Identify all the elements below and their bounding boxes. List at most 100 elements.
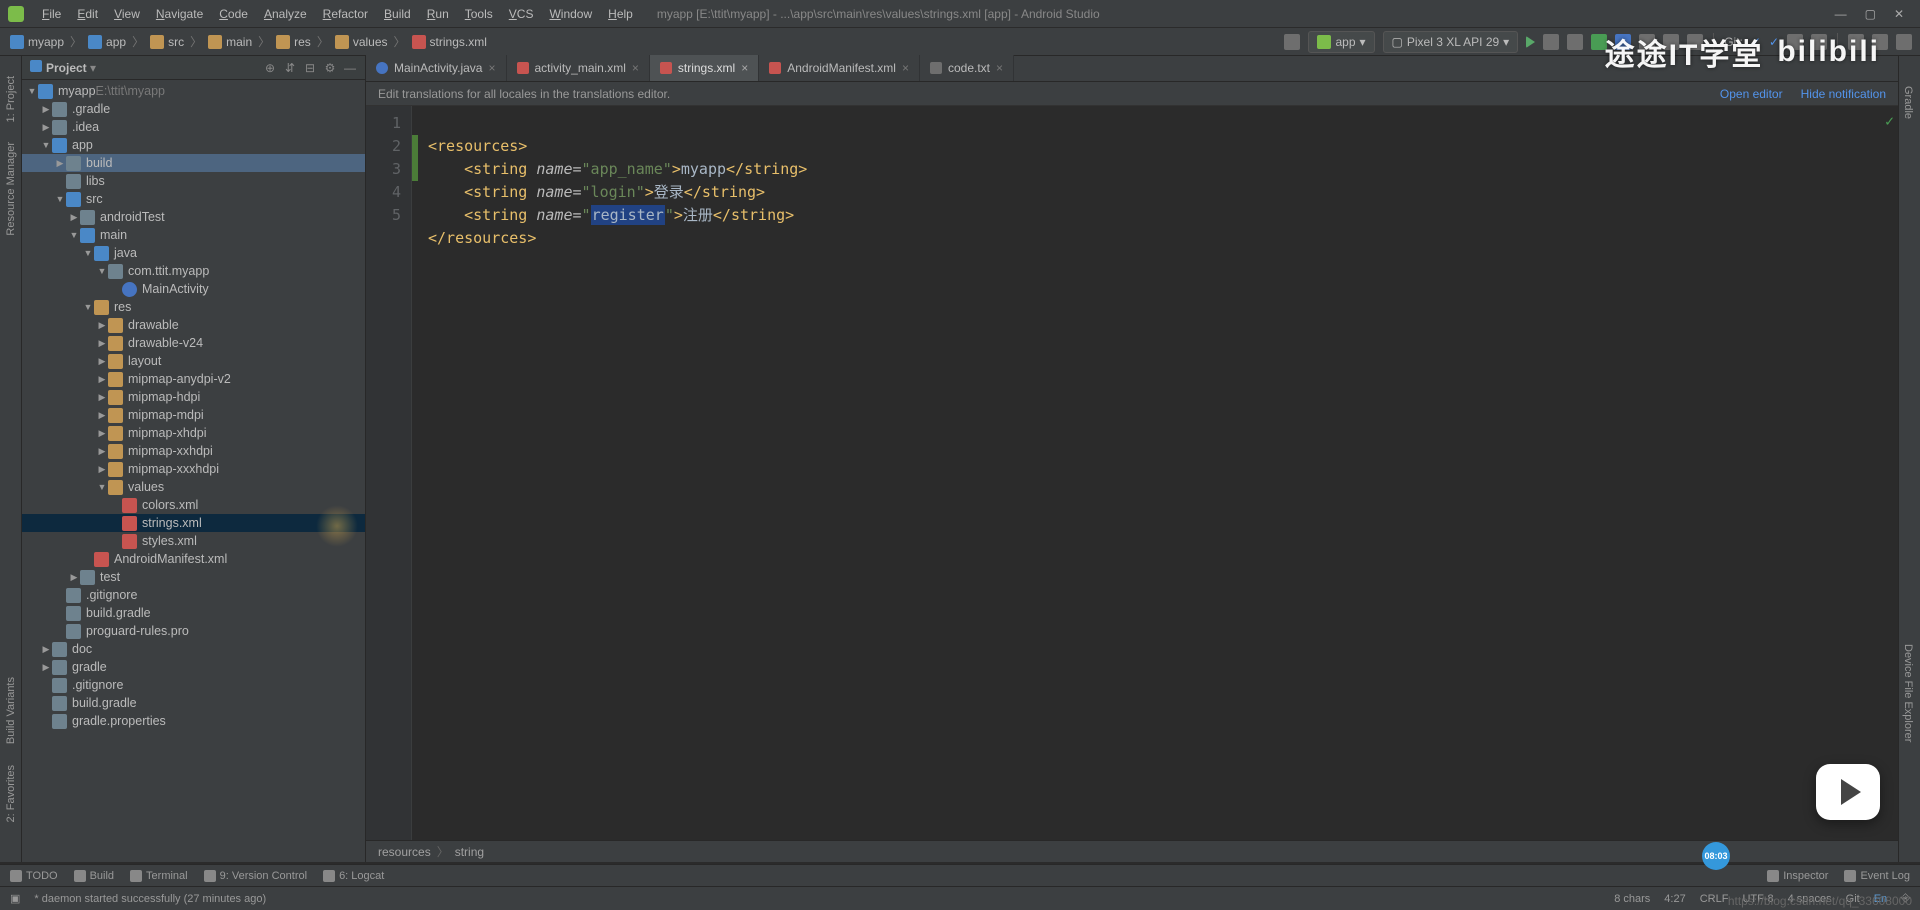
status-icon[interactable]: ▣	[10, 892, 20, 905]
editor-tab[interactable]: AndroidManifest.xml×	[759, 55, 920, 81]
breadcrumb[interactable]: strings.xml	[410, 35, 489, 49]
tree-node[interactable]: mipmap-mdpi	[22, 406, 365, 424]
scroll-from-source-icon[interactable]: ⊕	[263, 61, 277, 75]
tree-node[interactable]: build.gradle	[22, 604, 365, 622]
search-icon[interactable]	[1896, 34, 1912, 50]
settings-icon[interactable]: ⚙	[323, 61, 337, 75]
editor-tab[interactable]: code.txt×	[920, 55, 1014, 81]
expand-all-icon[interactable]: ⇵	[283, 61, 297, 75]
menu-vcs[interactable]: VCS	[501, 7, 542, 21]
editor-tab[interactable]: strings.xml×	[650, 55, 759, 81]
tree-node[interactable]: drawable-v24	[22, 334, 365, 352]
tree-node[interactable]: res	[22, 298, 365, 316]
tool-layout-inspector[interactable]: Inspector	[1767, 870, 1828, 882]
menu-file[interactable]: File	[34, 7, 69, 21]
tree-node[interactable]: AndroidManifest.xml	[22, 550, 365, 568]
tree-node[interactable]: drawable	[22, 316, 365, 334]
breadcrumb[interactable]: values〉	[333, 33, 410, 50]
breadcrumb[interactable]: main〉	[206, 33, 274, 50]
menu-navigate[interactable]: Navigate	[148, 7, 211, 21]
open-editor-link[interactable]: Open editor	[1720, 87, 1783, 101]
collapse-all-icon[interactable]: ⊟	[303, 61, 317, 75]
editor-tab[interactable]: MainActivity.java×	[366, 55, 507, 81]
tree-node[interactable]: gradle.properties	[22, 712, 365, 730]
project-view-selector[interactable]: Project ▾	[30, 60, 96, 75]
tool-event-log[interactable]: Event Log	[1844, 870, 1910, 882]
hammer-icon[interactable]	[1284, 34, 1300, 50]
tree-node[interactable]: com.ttit.myapp	[22, 262, 365, 280]
close-tab-icon[interactable]: ×	[741, 61, 748, 75]
apply-changes-icon[interactable]	[1543, 34, 1559, 50]
tree-node[interactable]: mipmap-anydpi-v2	[22, 370, 365, 388]
video-play-overlay[interactable]	[1816, 764, 1880, 820]
tree-node[interactable]: myapp E:\ttit\myapp	[22, 82, 365, 100]
inspection-ok-icon[interactable]: ✓	[1885, 110, 1894, 133]
tree-node[interactable]: mipmap-hdpi	[22, 388, 365, 406]
tree-node[interactable]: strings.xml	[22, 514, 365, 532]
status-caret-position[interactable]: 4:27	[1664, 893, 1685, 905]
tree-node[interactable]: .idea	[22, 118, 365, 136]
tool-resource-manager[interactable]: Resource Manager	[5, 142, 17, 236]
window-minimize[interactable]: —	[1835, 7, 1847, 21]
line-gutter[interactable]: 1 2 3 4 5	[366, 106, 412, 840]
tree-node[interactable]: doc	[22, 640, 365, 658]
tool-todo[interactable]: TODO	[10, 870, 58, 882]
tool-device-file-explorer[interactable]: Device File Explorer	[1902, 644, 1914, 742]
window-close[interactable]: ✕	[1894, 7, 1904, 21]
menu-run[interactable]: Run	[419, 7, 457, 21]
tree-node[interactable]: src	[22, 190, 365, 208]
close-tab-icon[interactable]: ×	[996, 61, 1003, 75]
tree-node[interactable]: values	[22, 478, 365, 496]
tree-node[interactable]: gradle	[22, 658, 365, 676]
tree-node[interactable]: .gradle	[22, 100, 365, 118]
tree-node[interactable]: styles.xml	[22, 532, 365, 550]
close-tab-icon[interactable]: ×	[632, 61, 639, 75]
menu-help[interactable]: Help	[600, 7, 641, 21]
device-selector[interactable]: ▢Pixel 3 XL API 29▾	[1383, 31, 1519, 53]
tool-gradle[interactable]: Gradle	[1902, 86, 1914, 119]
close-tab-icon[interactable]: ×	[488, 61, 495, 75]
tool-terminal[interactable]: Terminal	[130, 870, 188, 882]
breadcrumb[interactable]: myapp〉	[8, 33, 86, 50]
tool-project[interactable]: 1: Project	[5, 76, 17, 122]
tree-node[interactable]: build.gradle	[22, 694, 365, 712]
tool-build-variants[interactable]: Build Variants	[5, 677, 17, 744]
editor[interactable]: 1 2 3 4 5 <resources> <string name="app_…	[366, 106, 1898, 840]
menu-code[interactable]: Code	[211, 7, 256, 21]
tree-node[interactable]: MainActivity	[22, 280, 365, 298]
menu-view[interactable]: View	[106, 7, 148, 21]
tree-node[interactable]: java	[22, 244, 365, 262]
menu-tools[interactable]: Tools	[457, 7, 501, 21]
breadcrumb[interactable]: src〉	[148, 33, 206, 50]
status-line-separator[interactable]: CRLF	[1700, 893, 1729, 905]
tree-node[interactable]: androidTest	[22, 208, 365, 226]
tree-node[interactable]: mipmap-xhdpi	[22, 424, 365, 442]
tool-version-control[interactable]: 9: Version Control	[204, 870, 307, 882]
tree-node[interactable]: layout	[22, 352, 365, 370]
tree-node[interactable]: proguard-rules.pro	[22, 622, 365, 640]
tree-node[interactable]: main	[22, 226, 365, 244]
menu-build[interactable]: Build	[376, 7, 419, 21]
tool-logcat[interactable]: 6: Logcat	[323, 870, 384, 882]
tree-node[interactable]: .gitignore	[22, 676, 365, 694]
menu-analyze[interactable]: Analyze	[256, 7, 315, 21]
run-config-selector[interactable]: app▾	[1308, 31, 1374, 53]
tree-node[interactable]: mipmap-xxhdpi	[22, 442, 365, 460]
breadcrumb[interactable]: app〉	[86, 33, 148, 50]
menu-refactor[interactable]: Refactor	[315, 7, 376, 21]
editor-breadcrumb[interactable]: resources〉string	[366, 840, 1898, 862]
tool-favorites[interactable]: 2: Favorites	[5, 765, 17, 822]
tree-node[interactable]: libs	[22, 172, 365, 190]
menu-window[interactable]: Window	[541, 7, 600, 21]
tree-node[interactable]: build	[22, 154, 365, 172]
breadcrumb[interactable]: res〉	[274, 33, 333, 50]
tree-node[interactable]: app	[22, 136, 365, 154]
tree-node[interactable]: colors.xml	[22, 496, 365, 514]
hide-icon[interactable]: —	[343, 61, 357, 75]
hide-notification-link[interactable]: Hide notification	[1801, 87, 1886, 101]
run-button[interactable]	[1526, 36, 1535, 48]
tree-node[interactable]: .gitignore	[22, 586, 365, 604]
project-tree[interactable]: myapp E:\ttit\myapp.gradle.ideaappbuildl…	[22, 80, 365, 862]
apply-code-changes-icon[interactable]	[1567, 34, 1583, 50]
tool-build[interactable]: Build	[74, 870, 114, 882]
